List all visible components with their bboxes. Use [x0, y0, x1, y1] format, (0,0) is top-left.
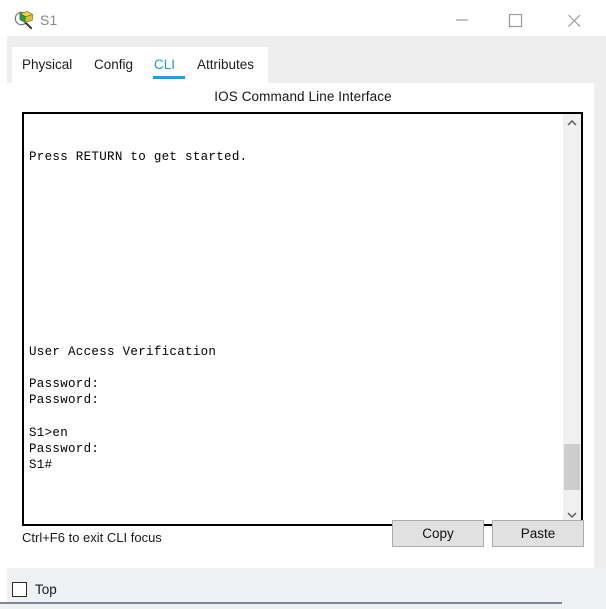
packet-tracer-inspect-icon — [14, 10, 34, 30]
tab-attributes[interactable]: Attributes — [197, 51, 254, 79]
background-window-bottom-text: ▪▪▪▪▪▪ ▪▪▪▪▪▪▪ ▪▪▪▪▪▪▪▪▪▪ — [4, 604, 104, 609]
cli-terminal-output: Press RETURN to get started. User Access… — [29, 150, 248, 473]
maximize-icon — [508, 14, 523, 28]
device-config-window: S1 Physical Config CLI Attributes IOS Co… — [0, 3, 606, 607]
cli-focus-hint: Ctrl+F6 to exit CLI focus — [22, 530, 162, 545]
close-icon — [568, 14, 581, 27]
chevron-up-icon — [567, 119, 577, 126]
close-button[interactable] — [552, 3, 598, 36]
tab-cli-active-indicator — [153, 76, 185, 79]
copy-button[interactable]: Copy — [392, 520, 484, 547]
top-checkbox[interactable] — [12, 582, 27, 597]
chevron-down-icon — [567, 512, 577, 519]
window-title: S1 — [40, 12, 58, 28]
panel-right-chrome — [594, 36, 606, 568]
paste-button[interactable]: Paste — [492, 520, 584, 547]
cli-scrollbar[interactable] — [563, 114, 581, 524]
maximize-button[interactable] — [493, 3, 539, 36]
tab-config[interactable]: Config — [94, 51, 133, 79]
cli-heading: IOS Command Line Interface — [214, 89, 392, 104]
background-window-bottom-sliver: ▪▪▪▪▪▪ ▪▪▪▪▪▪▪ ▪▪▪▪▪▪▪▪▪▪ — [0, 604, 606, 609]
top-checkbox-label: Top — [35, 582, 57, 597]
tab-cli[interactable]: CLI — [154, 51, 175, 79]
window-titlebar[interactable]: S1 — [0, 3, 606, 37]
scrollbar-thumb[interactable] — [564, 444, 580, 490]
tab-physical[interactable]: Physical — [22, 51, 72, 79]
desktop-background: ▪▪▪ ▪▪▪▪▪▪▪▪▪ ▪▪▪▪▪ ▪▪▪▪▪▪▪ ▪▪▪▪▪▪ ▪▪▪ — [0, 0, 606, 609]
minimize-button[interactable] — [440, 3, 486, 36]
cli-terminal[interactable]: Press RETURN to get started. User Access… — [22, 112, 583, 526]
minimize-icon — [456, 19, 468, 21]
scrollbar-up-button[interactable] — [563, 114, 581, 132]
cli-panel: IOS Command Line Interface Press RETURN … — [12, 83, 594, 568]
